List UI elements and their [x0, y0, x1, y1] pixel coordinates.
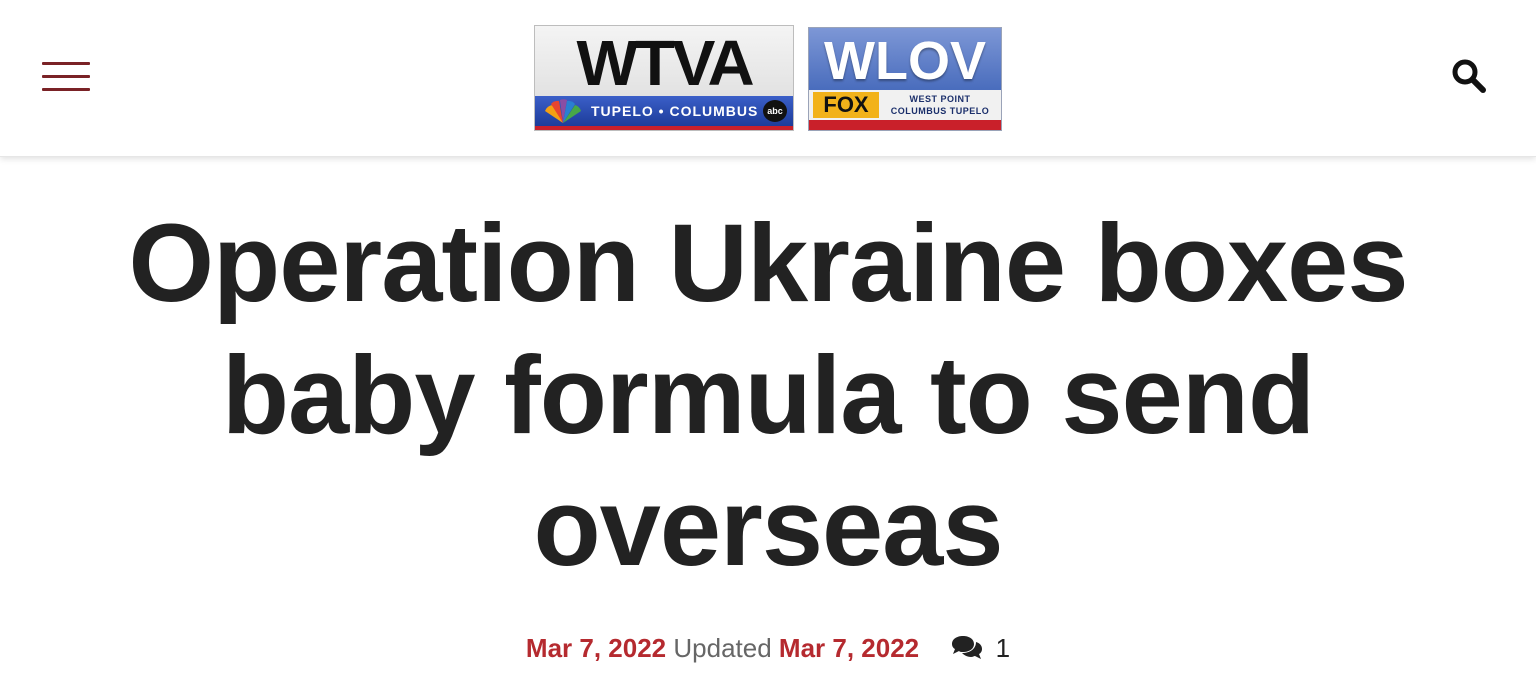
- menu-line: [42, 88, 90, 91]
- search-icon-glyph: [1452, 59, 1486, 93]
- wlov-logo-strip: [809, 120, 1001, 130]
- comments-link[interactable]: 1: [950, 630, 1010, 666]
- fox-badge: FOX: [813, 92, 879, 118]
- updated-date[interactable]: Mar 7, 2022: [779, 633, 919, 663]
- abc-badge: abc: [763, 100, 787, 122]
- search-icon[interactable]: [1448, 56, 1490, 96]
- wtva-logo-bar: TUPELO • COLUMBUS abc: [535, 96, 793, 126]
- comment-count: 1: [995, 633, 1011, 663]
- wlov-logo[interactable]: WLOV FOX WEST POINT COLUMBUS TUPELO: [808, 27, 1002, 131]
- wtva-logo[interactable]: WTVA TUPELO • COLUMBUS abc: [534, 25, 794, 131]
- hamburger-menu-icon[interactable]: [42, 60, 92, 94]
- comments-icon: [952, 636, 983, 659]
- menu-line: [42, 62, 90, 65]
- wtva-logo-subtitle: TUPELO • COLUMBUS: [591, 103, 759, 119]
- site-header: WTVA TUPELO • COLUMBUS abc WLOV FOX WEST…: [0, 0, 1536, 157]
- peacock-icon: [545, 99, 581, 123]
- wlov-logo-bar: FOX WEST POINT COLUMBUS TUPELO: [809, 90, 1001, 120]
- updated-label: Updated: [673, 633, 772, 663]
- wlov-logo-title: WLOV: [824, 31, 986, 91]
- menu-line: [42, 75, 90, 78]
- wlov-subtitle-line2: COLUMBUS TUPELO: [890, 106, 990, 116]
- wtva-logo-title: WTVA: [576, 27, 754, 99]
- published-date[interactable]: Mar 7, 2022: [526, 633, 666, 663]
- wlov-subtitle-line1: WEST POINT: [909, 94, 971, 104]
- article-meta: Mar 7, 2022 Updated Mar 7, 2022 1: [0, 630, 1536, 666]
- wtva-logo-stripe: [535, 126, 793, 130]
- article-headline: Operation Ukraine boxes baby formula to …: [128, 202, 1408, 589]
- wlov-logo-subtitle: WEST POINT COLUMBUS TUPELO: [883, 93, 997, 117]
